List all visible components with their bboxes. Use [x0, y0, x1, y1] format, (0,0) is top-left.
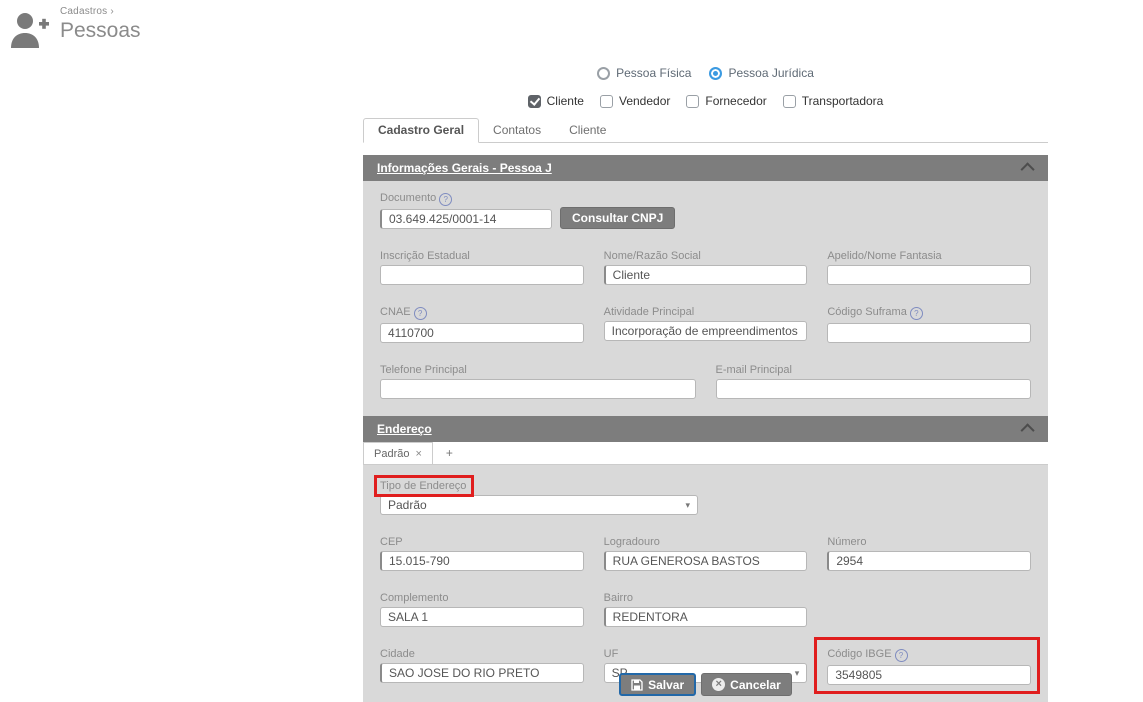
cancel-button[interactable]: × Cancelar	[701, 673, 792, 696]
radio-pessoa-fisica[interactable]: Pessoa Física	[597, 66, 691, 80]
cep-input[interactable]	[380, 551, 584, 571]
section-header-endereco: Endereço	[363, 416, 1048, 442]
close-icon[interactable]: ×	[415, 448, 421, 460]
telefone-principal-input[interactable]	[380, 379, 696, 399]
codigo-ibge-label: Código IBGE?	[827, 648, 1031, 662]
atividade-principal-label: Atividade Principal	[603, 306, 695, 318]
row-identificacao: Inscrição Estadual Nome/Razão Social Ape…	[380, 250, 1031, 285]
checkbox-label: Cliente	[546, 94, 584, 108]
selected-value: Padrão	[388, 498, 427, 512]
page-title: Pessoas	[60, 19, 141, 42]
help-icon[interactable]: ?	[413, 307, 427, 320]
checkbox-label: Transportadora	[801, 94, 884, 108]
checkbox-icon[interactable]	[527, 94, 541, 108]
razao-social-label: Nome/Razão Social	[603, 250, 701, 262]
documento-row: Documento? Consultar CNPJ	[380, 192, 1031, 229]
tipo-endereco-row: Tipo de Endereço Padrão ▾	[374, 475, 1031, 515]
checkbox-cliente[interactable]: Cliente	[527, 94, 584, 108]
section-header-informacoes-gerais: Informações Gerais - Pessoa J	[363, 155, 1048, 181]
checkbox-icon[interactable]	[599, 94, 613, 108]
email-principal-input[interactable]	[715, 379, 1031, 399]
cidade-label: Cidade	[380, 648, 415, 660]
address-tabs: Padrão × +	[363, 442, 1048, 465]
atividade-principal-input[interactable]	[603, 321, 808, 341]
nome-fantasia-label: Apelido/Nome Fantasia	[827, 250, 942, 262]
footer-actions: Salvar × Cancelar	[363, 673, 1048, 696]
row-contato: Telefone Principal E-mail Principal	[380, 364, 1031, 399]
telefone-principal-label: Telefone Principal	[380, 364, 467, 376]
page-header: Cadastros › Pessoas	[8, 6, 141, 50]
bairro-label: Bairro	[603, 592, 633, 604]
section-title[interactable]: Endereço	[377, 422, 432, 436]
complemento-input[interactable]	[380, 607, 584, 627]
codigo-suframa-input[interactable]	[827, 323, 1031, 343]
main-tabs: Cadastro Geral Contatos Cliente	[363, 118, 1048, 143]
numero-label: Número	[827, 536, 867, 548]
documento-label: Documento?	[380, 192, 552, 206]
razao-social-input[interactable]	[603, 265, 808, 285]
collapse-chevron-icon[interactable]	[1020, 162, 1035, 177]
tab-cadastro-geral[interactable]: Cadastro Geral	[363, 118, 480, 143]
logradouro-input[interactable]	[603, 551, 808, 571]
section-title[interactable]: Informações Gerais - Pessoa J	[377, 161, 552, 175]
roles-group: Cliente Vendedor Fornecedor Transportado…	[363, 94, 1048, 108]
add-address-tab-button[interactable]: +	[433, 442, 466, 464]
logradouro-label: Logradouro	[603, 536, 660, 548]
address-tab-padrao[interactable]: Padrão ×	[363, 442, 433, 464]
help-icon[interactable]: ?	[909, 307, 923, 320]
checkbox-icon[interactable]	[782, 94, 796, 108]
breadcrumb[interactable]: Cadastros ›	[60, 6, 141, 17]
tab-cliente[interactable]: Cliente	[555, 119, 620, 142]
tipo-endereco-label: Tipo de Endereço	[380, 480, 467, 492]
nome-fantasia-input[interactable]	[827, 265, 1031, 285]
radio-pessoa-juridica[interactable]: Pessoa Jurídica	[709, 66, 814, 80]
radio-icon[interactable]	[709, 66, 723, 80]
complemento-label: Complemento	[380, 592, 449, 604]
section-body-informacoes-gerais: Documento? Consultar CNPJ Inscrição Esta…	[363, 181, 1048, 416]
checkbox-transportadora[interactable]: Transportadora	[782, 94, 884, 108]
inscricao-estadual-label: Inscrição Estadual	[380, 250, 470, 262]
breadcrumb-arrow-icon: ›	[110, 6, 114, 17]
numero-input[interactable]	[827, 551, 1031, 571]
collapse-chevron-icon[interactable]	[1020, 423, 1035, 438]
person-type-group: Pessoa Física Pessoa Jurídica	[363, 66, 1048, 80]
cancel-circle-icon: ×	[712, 678, 726, 691]
row-cep: CEP Logradouro Número	[380, 536, 1031, 571]
help-icon[interactable]: ?	[894, 649, 908, 662]
save-button-label: Salvar	[648, 677, 685, 692]
checkbox-label: Vendedor	[618, 94, 671, 108]
address-tab-label: Padrão	[374, 447, 410, 460]
bairro-input[interactable]	[603, 607, 808, 627]
radio-label: Pessoa Jurídica	[728, 66, 814, 80]
codigo-suframa-label: Código Suframa?	[827, 306, 1031, 320]
checkbox-icon[interactable]	[686, 94, 700, 108]
chevron-down-icon: ▾	[685, 499, 690, 510]
radio-label: Pessoa Física	[616, 66, 692, 80]
uf-label: UF	[603, 648, 619, 660]
section-body-endereco: Tipo de Endereço Padrão ▾ CEP Logradouro…	[363, 465, 1048, 702]
inscricao-estadual-input[interactable]	[380, 265, 584, 285]
tipo-endereco-select[interactable]: Padrão ▾	[380, 495, 698, 515]
person-add-icon	[11, 13, 49, 48]
help-icon[interactable]: ?	[439, 193, 453, 206]
cancel-button-label: Cancelar	[730, 677, 781, 692]
cnae-input[interactable]	[380, 323, 584, 343]
consultar-cnpj-button[interactable]: Consultar CNPJ	[560, 207, 676, 229]
row-complemento: Complemento Bairro	[380, 592, 1031, 627]
save-button[interactable]: Salvar	[619, 673, 697, 696]
documento-input[interactable]	[380, 209, 552, 229]
cnae-label: CNAE?	[380, 306, 584, 320]
email-principal-label: E-mail Principal	[715, 364, 792, 376]
radio-icon[interactable]	[597, 66, 611, 80]
row-atividade: CNAE? Atividade Principal Código Suframa…	[380, 306, 1031, 343]
checkbox-label: Fornecedor	[705, 94, 767, 108]
form-area: Informações Gerais - Pessoa J Documento?…	[363, 155, 1048, 702]
checkbox-fornecedor[interactable]: Fornecedor	[686, 94, 767, 108]
tab-contatos[interactable]: Contatos	[479, 119, 555, 142]
floppy-disk-icon	[631, 678, 643, 691]
cep-label: CEP	[380, 536, 403, 548]
checkbox-vendedor[interactable]: Vendedor	[599, 94, 671, 108]
